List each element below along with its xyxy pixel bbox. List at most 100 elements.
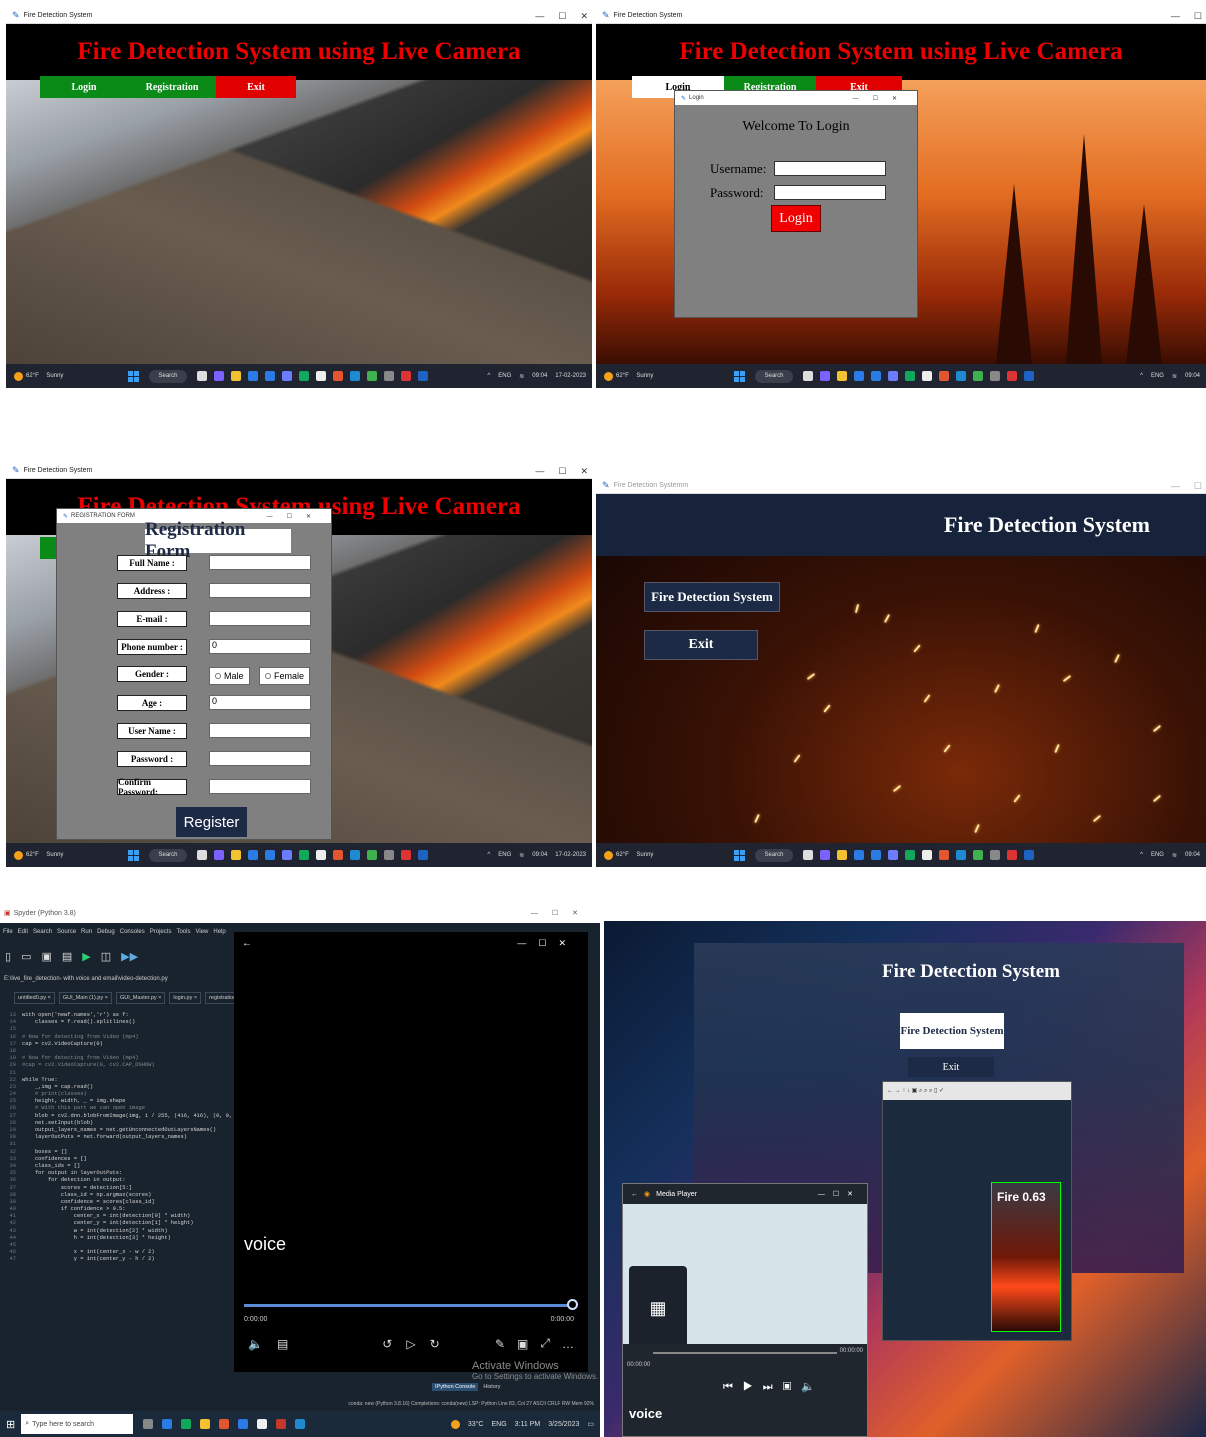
login-button-partial[interactable] [40, 537, 56, 559]
save-all-icon[interactable]: ▤ [62, 950, 72, 963]
menu-item-consoles[interactable]: Consoles [120, 929, 145, 935]
minimize-icon[interactable]: — [1171, 481, 1180, 491]
minimize-icon[interactable]: — [535, 466, 544, 476]
minimize-icon[interactable]: — [1171, 11, 1180, 21]
taskbar-search[interactable]: Search [149, 369, 187, 383]
wifi-icon[interactable]: ≋ [519, 852, 524, 859]
login-button[interactable]: Login [40, 76, 128, 98]
new-file-icon[interactable]: ▯ [5, 950, 11, 963]
close-icon[interactable]: ✕ [580, 466, 588, 477]
maximize-icon[interactable]: ☐ [558, 11, 566, 22]
chevron-up-icon[interactable]: ^ [1140, 373, 1143, 379]
start-icon[interactable] [734, 370, 745, 382]
password-input[interactable] [774, 185, 886, 200]
maximize-icon[interactable]: ☐ [558, 466, 566, 477]
menu-item-file[interactable]: File [3, 929, 13, 935]
media-back-icon[interactable]: ← [242, 938, 252, 949]
windows-start-icon[interactable]: ⊞ [6, 1418, 15, 1431]
code-text: if confidence > 0.5: [22, 1206, 126, 1213]
run-cell-icon[interactable]: ◫ [101, 950, 111, 963]
captions-icon[interactable]: ▤ [277, 1337, 288, 1351]
exit-button[interactable]: Exit [644, 630, 758, 660]
open-icon[interactable]: ▭ [21, 950, 31, 963]
taskbar-app-icons[interactable] [197, 850, 428, 860]
weather-widget[interactable]: 62°F Sunny [604, 371, 694, 381]
exit-button[interactable]: Exit [216, 76, 296, 98]
start-icon[interactable] [128, 849, 139, 861]
minimize-icon[interactable]: — [535, 11, 544, 21]
wifi-icon[interactable]: ≋ [1172, 373, 1177, 380]
taskbar-app-icons[interactable] [143, 1419, 306, 1429]
taskbar-app-icons[interactable] [197, 371, 428, 381]
fullscreen-icon[interactable]: ⤢ [540, 1336, 550, 1351]
maximize-icon[interactable]: ☐ [1194, 11, 1202, 22]
menu-item-run[interactable]: Run [81, 929, 92, 935]
rewind-icon[interactable]: ↺ [382, 1337, 392, 1351]
play-icon[interactable]: ▷ [406, 1337, 415, 1351]
code-editor[interactable]: 13 with open('newf.names','r') as f: 14 cl… [0, 1012, 236, 1382]
wifi-icon[interactable]: ≋ [519, 373, 524, 380]
debug-icon[interactable]: ▶▶ [121, 950, 138, 963]
more-icon[interactable]: … [562, 1337, 574, 1351]
tab-ipython-console[interactable]: IPython Console [432, 1383, 479, 1391]
menu-item-debug[interactable]: Debug [97, 929, 115, 935]
taskbar-app-icons[interactable] [803, 371, 1034, 381]
maximize-icon[interactable]: ☐ [1194, 481, 1202, 492]
pen-icon[interactable]: ✎ [495, 1337, 505, 1351]
notification-icon[interactable]: ▭ [587, 1420, 594, 1428]
editor-tab[interactable]: GUI_Master.py × [115, 992, 166, 1004]
menu-item-view[interactable]: View [195, 929, 208, 935]
confirm-password-input[interactable] [209, 779, 311, 794]
menu-item-search[interactable]: Search [33, 929, 52, 935]
editor-tab[interactable]: login.py × [169, 992, 202, 1004]
taskbar-search[interactable]: Search [755, 848, 793, 862]
address-input[interactable] [209, 583, 311, 598]
start-icon[interactable] [734, 849, 745, 861]
login-submit-button[interactable]: Login [771, 205, 821, 232]
start-icon[interactable] [128, 370, 139, 382]
editor-tab[interactable]: GUI_Main (1).py × [58, 992, 112, 1004]
taskbar-search[interactable]: Search [149, 848, 187, 862]
seek-bar[interactable] [244, 1304, 574, 1307]
tab-history[interactable]: History [480, 1383, 503, 1391]
menu-item-edit[interactable]: Edit [18, 929, 28, 935]
full-name-input[interactable] [209, 555, 311, 570]
menu-item-source[interactable]: Source [57, 929, 76, 935]
save-icon[interactable]: ▣ [41, 950, 51, 963]
taskbar-search[interactable]: Search [755, 369, 793, 383]
weather-widget[interactable]: 62°F Sunny [14, 850, 104, 860]
weather-widget[interactable]: 62°F Sunny [14, 371, 104, 381]
weather-widget[interactable]: 62°F Sunny [604, 850, 694, 860]
menu-item-projects[interactable]: Projects [150, 929, 172, 935]
chevron-up-icon[interactable]: ^ [487, 852, 490, 858]
wifi-icon[interactable]: ≋ [1172, 852, 1177, 859]
mini-view-icon[interactable]: ▣ [517, 1337, 528, 1351]
code-line: 28 net.setInput(blob) [0, 1120, 236, 1127]
username-input[interactable] [209, 723, 311, 738]
chevron-up-icon[interactable]: ^ [487, 373, 490, 379]
window-controls[interactable]: —☐✕ [531, 909, 592, 917]
fire-detection-start-button[interactable]: Fire Detection System [644, 582, 780, 612]
seek-thumb[interactable] [567, 1299, 578, 1310]
menu-item-help[interactable]: Help [213, 929, 225, 935]
close-icon[interactable]: ✕ [580, 11, 588, 22]
gender-male-radio[interactable]: Male [209, 667, 250, 685]
menu-item-tools[interactable]: Tools [176, 929, 190, 935]
gender-female-radio[interactable]: Female [259, 667, 311, 685]
register-button[interactable]: Register [176, 807, 247, 837]
forward-icon[interactable]: ↻ [430, 1337, 440, 1351]
age-input[interactable]: 0 [209, 695, 311, 710]
password-input[interactable] [209, 751, 311, 766]
volume-icon[interactable]: 🔈 [248, 1337, 263, 1351]
chevron-up-icon[interactable]: ^ [1140, 852, 1143, 858]
run-icon[interactable]: ▶ [82, 950, 90, 963]
window-controls[interactable]: —☐✕ [517, 938, 578, 949]
email-input[interactable] [209, 611, 311, 626]
window-controls[interactable]: —☐✕ [853, 95, 911, 102]
username-input[interactable] [774, 161, 886, 176]
phone-input[interactable]: 0 [209, 639, 311, 654]
taskbar-app-icons[interactable] [803, 850, 1034, 860]
taskbar-search-box[interactable]: ⌕ Type here to search [21, 1414, 134, 1434]
registration-button[interactable]: Registration [128, 76, 216, 98]
editor-tab[interactable]: untitled0.py × [14, 992, 55, 1004]
